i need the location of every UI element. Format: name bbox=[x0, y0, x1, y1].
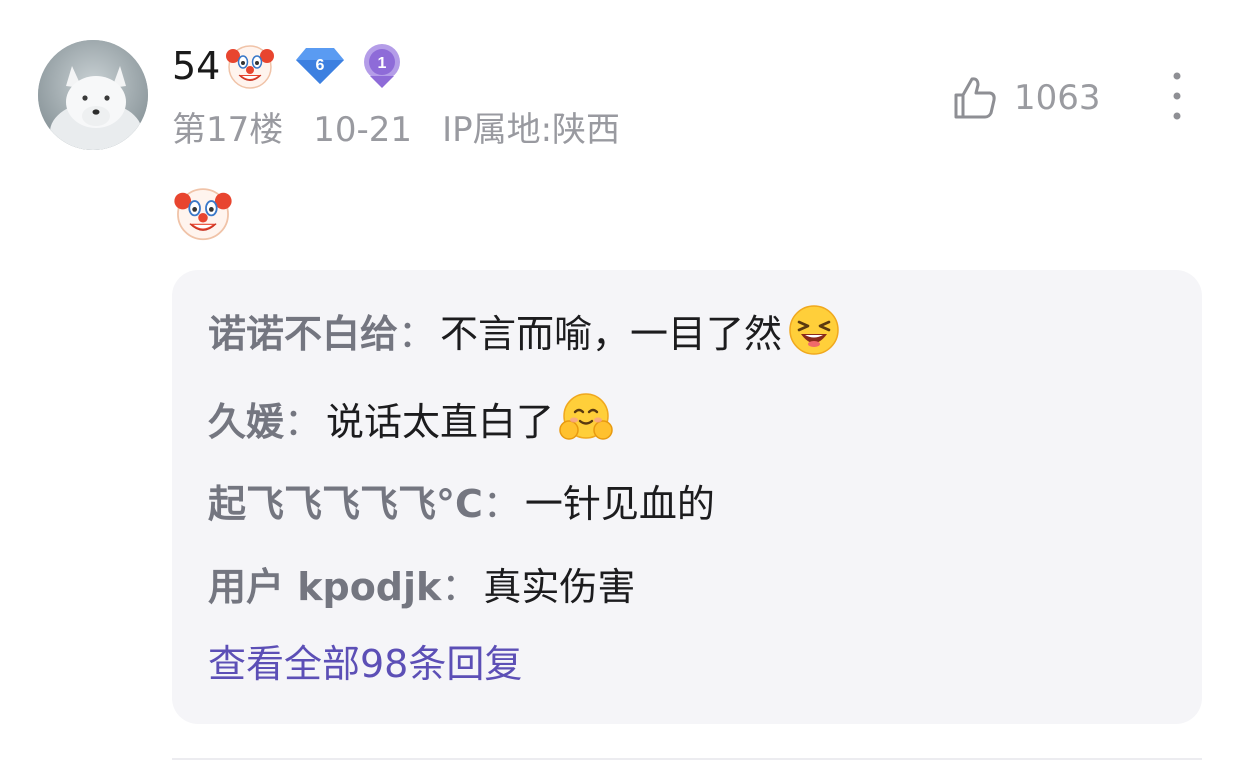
divider bbox=[172, 758, 1202, 760]
laughing-face-icon bbox=[789, 305, 839, 355]
view-all-replies-link[interactable]: 查看全部98条回复 bbox=[208, 634, 522, 694]
reply-text: 一针见血的 bbox=[524, 481, 715, 526]
reply-author[interactable]: 诺诺不白给 bbox=[208, 303, 398, 358]
reply-text: 说话太直白了 bbox=[326, 399, 555, 444]
post-date: 10-21 bbox=[313, 110, 413, 150]
replies-preview[interactable]: 诺诺不白给 ： 不言而喻，一目了然 久媛 ： 说话太直白了 起飞飞飞飞飞°C ： bbox=[172, 270, 1202, 724]
like-count: 1063 bbox=[1014, 78, 1101, 118]
reply-item[interactable]: 久媛 ： 说话太直白了 bbox=[208, 388, 614, 448]
medal-number: 1 bbox=[378, 55, 387, 72]
reply-text: 真实伤害 bbox=[483, 564, 636, 609]
level-badge-icon[interactable]: 6 bbox=[292, 44, 348, 88]
smiling-hands-face-icon bbox=[559, 393, 613, 440]
clown-face-icon bbox=[226, 45, 275, 89]
medal-badge-icon[interactable]: 1 bbox=[360, 42, 404, 90]
clown-face-icon bbox=[174, 188, 232, 241]
username-row: 54 6 1 bbox=[172, 38, 404, 94]
reply-item[interactable]: 诺诺不白给 ： 不言而喻，一目了然 bbox=[208, 300, 842, 360]
reply-author[interactable]: 起飞飞飞飞飞°C bbox=[208, 473, 483, 528]
post-meta: 第17楼 10-21 IP属地:陕西 bbox=[172, 108, 620, 152]
arctic-fox-avatar-image bbox=[38, 40, 148, 150]
thumbs-up-icon bbox=[954, 77, 996, 119]
like-button[interactable]: 1063 bbox=[950, 72, 1101, 124]
reply-item[interactable]: 起飞飞飞飞飞°C ： 一针见血的 bbox=[208, 470, 715, 530]
reply-colon: ： bbox=[441, 564, 480, 609]
reply-colon: ： bbox=[398, 311, 437, 356]
reply-item[interactable]: 用户 kpodjk ： 真实伤害 bbox=[208, 553, 635, 613]
more-options-icon[interactable] bbox=[1160, 70, 1194, 122]
reply-colon: ： bbox=[284, 399, 323, 444]
floor-number: 第17楼 bbox=[172, 110, 284, 150]
user-avatar[interactable] bbox=[38, 40, 148, 150]
reply-colon: ： bbox=[482, 481, 521, 526]
post-content bbox=[172, 182, 234, 248]
reply-author[interactable]: 用户 kpodjk bbox=[208, 556, 441, 611]
reply-author[interactable]: 久媛 bbox=[208, 391, 284, 446]
ip-location: IP属地:陕西 bbox=[442, 110, 621, 150]
reply-text: 不言而喻，一目了然 bbox=[440, 311, 783, 356]
level-number: 6 bbox=[316, 57, 325, 74]
username[interactable]: 54 bbox=[172, 47, 220, 85]
